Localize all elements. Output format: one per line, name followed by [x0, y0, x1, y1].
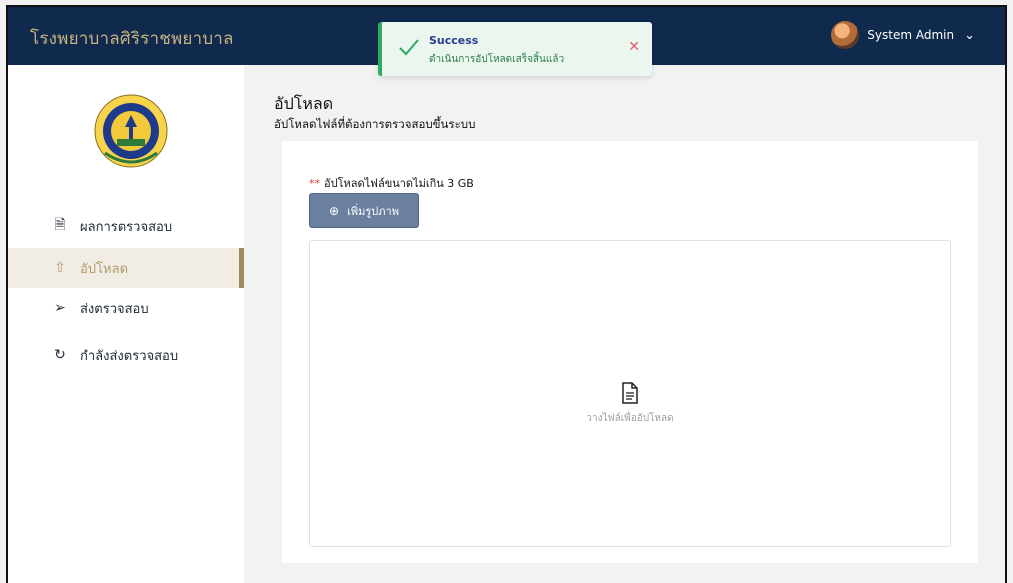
page-subtitle: อัปโหลดไฟล์ที่ต้องการตรวจสอบขึ้นระบบ [274, 117, 476, 131]
file-icon [622, 382, 638, 404]
app-window: โรงพยาบาลศิริราชพยาบาล System Admin ⌄ 🗎 … [6, 5, 1007, 583]
toast-message: ดำเนินการอัปโหลดเสร็จสิ้นแล้ว [429, 54, 565, 65]
avatar[interactable] [831, 21, 860, 49]
refresh-icon: ↻ [54, 347, 66, 363]
required-marker: ** [309, 177, 320, 190]
send-icon: ➢ [54, 300, 66, 316]
size-limit-text: อัปโหลดไฟล์ขนาดไม่เกิน 3 GB [324, 177, 474, 190]
hospital-seal-logo [94, 94, 168, 168]
sidebar-item-label: ส่งตรวจสอบ [80, 301, 149, 317]
chevron-down-icon[interactable]: ⌄ [964, 28, 975, 43]
sidebar-item-results[interactable]: 🗎 ผลการตรวจสอบ [8, 206, 244, 246]
user-name[interactable]: System Admin [867, 28, 954, 42]
success-toast: Success ดำเนินการอัปโหลดเสร็จสิ้นแล้ว ✕ [378, 22, 652, 76]
close-icon[interactable]: ✕ [628, 39, 640, 55]
sidebar-item-label: กำลังส่งตรวจสอบ [80, 348, 179, 364]
size-limit-note: ** อัปโหลดไฟล์ขนาดไม่เกิน 3 GB [309, 174, 474, 192]
document-icon: 🗎 [54, 217, 66, 233]
file-dropzone[interactable]: วางไฟล์เพื่ออัปโหลด [309, 240, 951, 547]
sidebar-item-send[interactable]: ➢ ส่งตรวจสอบ [8, 288, 244, 328]
upload-card: ** อัปโหลดไฟล์ขนาดไม่เกิน 3 GB ⊕ เพิ่มรูป… [282, 141, 978, 563]
sidebar-item-label: อัปโหลด [80, 261, 129, 277]
page-title: อัปโหลด [274, 94, 334, 113]
plus-circle-icon: ⊕ [329, 203, 340, 218]
sidebar: 🗎 ผลการตรวจสอบ ⇧ อัปโหลด ➢ ส่งตรวจสอบ ↻ … [8, 65, 244, 583]
sidebar-item-sending[interactable]: ↻ กำลังส่งตรวจสอบ [8, 335, 244, 375]
sidebar-item-upload[interactable]: ⇧ อัปโหลด [8, 248, 244, 288]
add-image-button[interactable]: ⊕ เพิ่มรูปภาพ [309, 193, 419, 228]
brand-title: โรงพยาบาลศิริราชพยาบาล [30, 29, 234, 49]
dropzone-text: วางไฟล์เพื่ออัปโหลด [586, 413, 674, 424]
upload-icon: ⇧ [54, 260, 66, 276]
add-image-label: เพิ่มรูปภาพ [347, 204, 399, 218]
check-icon [399, 39, 419, 56]
toast-title: Success [429, 34, 479, 47]
sidebar-item-label: ผลการตรวจสอบ [80, 219, 173, 235]
user-menu[interactable]: System Admin ⌄ [831, 21, 975, 49]
